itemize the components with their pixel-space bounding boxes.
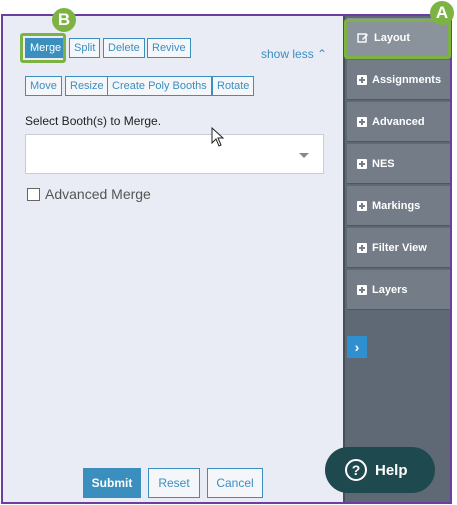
sidebar-item-advanced[interactable]: Advanced [347,102,450,142]
caret-down-icon [299,153,309,158]
expand-panel-button[interactable]: › [347,336,367,358]
booth-select[interactable] [25,134,324,174]
help-button[interactable]: ? Help [325,447,435,493]
sidebar-item-label: Markings [372,199,421,212]
plus-square-icon [357,284,367,295]
main-panel: Merge Split Delete Revive show less ⌃ Mo… [3,8,343,502]
app-frame: Merge Split Delete Revive show less ⌃ Mo… [1,8,452,504]
sidebar-item-label: Filter View [372,241,427,254]
advanced-merge-row: Advanced Merge [27,186,151,202]
rotate-button[interactable]: Rotate [212,76,255,96]
sidebar-item-filter-view[interactable]: Filter View [347,228,450,268]
sidebar-item-label: NES [372,157,395,170]
create-poly-booths-button[interactable]: Create Poly Booths [107,76,212,96]
move-button[interactable]: Move [25,76,62,96]
advanced-merge-checkbox[interactable] [27,187,40,201]
revive-button[interactable]: Revive [147,38,191,58]
merge-highlight [20,33,66,63]
question-icon: ? [345,459,367,481]
plus-square-icon [357,158,367,169]
show-less-label: show less [261,47,314,61]
reset-button[interactable]: Reset [148,468,200,498]
show-less-link[interactable]: show less ⌃ [261,47,327,61]
sidebar-item-assignments[interactable]: Assignments [347,60,450,100]
plus-square-icon [357,242,367,253]
advanced-merge-label: Advanced Merge [45,186,151,202]
plus-square-icon [357,74,367,85]
plus-square-icon [357,200,367,211]
resize-button[interactable]: Resize [65,76,109,96]
sidebar-item-label: Advanced [372,115,425,128]
sidebar-item-layers[interactable]: Layers [347,270,450,310]
mouse-pointer-icon [211,127,225,147]
cancel-button[interactable]: Cancel [207,468,263,498]
sidebar-item-label: Assignments [372,73,442,86]
plus-square-icon [357,116,367,127]
layout-highlight [344,19,451,59]
submit-button[interactable]: Submit [83,468,141,498]
delete-button[interactable]: Delete [103,38,145,58]
callout-badge-a: A [430,1,454,25]
sidebar-item-markings[interactable]: Markings [347,186,450,226]
select-booths-label: Select Booth(s) to Merge. [25,114,162,128]
sidebar: Layout Assignments Advanced NES Markings… [343,16,450,502]
sidebar-item-label: Layers [372,283,408,296]
sidebar-item-nes[interactable]: NES [347,144,450,184]
help-label: Help [375,461,408,479]
callout-badge-b: B [52,8,76,32]
chevron-up-icon: ⌃ [317,47,328,61]
chevron-right-icon: › [354,339,360,355]
split-button[interactable]: Split [69,38,101,58]
